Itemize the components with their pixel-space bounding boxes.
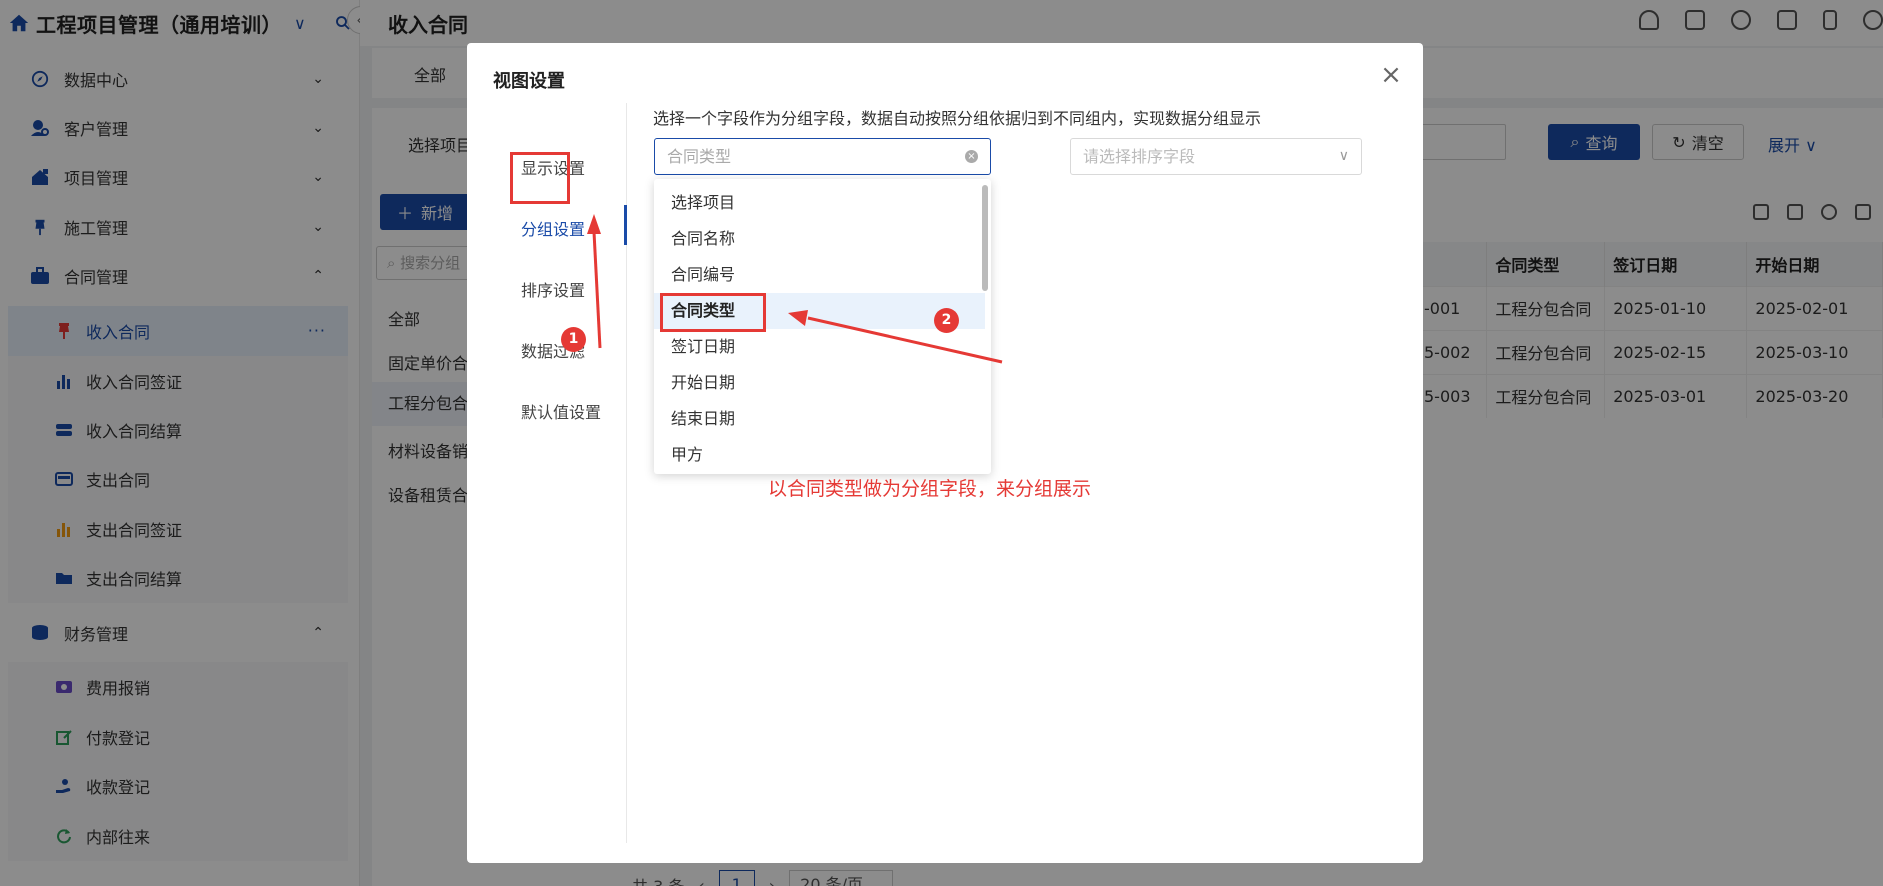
arrow-line [807, 316, 1003, 364]
arrow-head [587, 214, 601, 234]
arrow-line [592, 231, 602, 349]
annotation-arrows [587, 214, 1003, 364]
arrow-head [788, 310, 808, 326]
